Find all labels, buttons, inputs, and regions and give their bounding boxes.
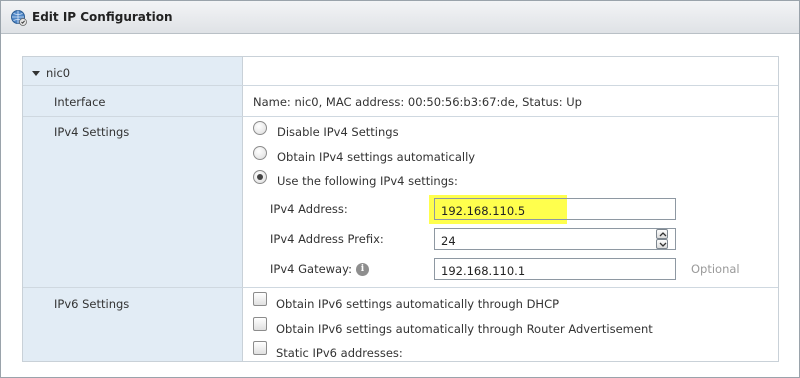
chevron-down-icon xyxy=(659,242,667,247)
ipv4-address-input[interactable]: 192.168.110.5 xyxy=(434,198,676,220)
ipv6-router-adv-checkbox[interactable] xyxy=(253,317,267,331)
row-divider xyxy=(23,85,778,86)
nic-name: nic0 xyxy=(46,66,71,80)
ipv4-gateway-input[interactable]: 192.168.110.1 xyxy=(434,258,676,280)
row-divider xyxy=(23,116,778,117)
ipv6-settings-label: IPv6 Settings xyxy=(54,297,130,311)
ipv4-prefix-input[interactable]: 24 xyxy=(434,228,676,250)
network-config-icon xyxy=(10,9,28,27)
nic-settings-panel: nic0 Interface Name: nic0, MAC address: … xyxy=(22,56,779,362)
edit-ip-dialog: Edit IP Configuration nic0 Interface Nam… xyxy=(0,0,800,378)
disable-ipv4-radio[interactable] xyxy=(253,121,267,135)
dialog-title: Edit IP Configuration xyxy=(32,10,173,24)
ipv4-settings-label: IPv4 Settings xyxy=(54,125,130,139)
ipv4-gateway-label: IPv4 Gateway: xyxy=(270,262,352,276)
prefix-decrement-button[interactable] xyxy=(656,239,668,249)
ipv6-router-adv-label: Obtain IPv6 settings automatically throu… xyxy=(276,322,653,336)
manual-ipv4-radio[interactable] xyxy=(253,170,267,184)
nic-expander[interactable]: nic0 xyxy=(32,66,70,80)
auto-ipv4-label: Obtain IPv4 settings automatically xyxy=(277,150,476,164)
ipv6-dhcp-label: Obtain IPv6 settings automatically throu… xyxy=(276,297,560,311)
ipv6-dhcp-checkbox[interactable] xyxy=(253,292,267,306)
interface-label: Interface xyxy=(54,95,106,109)
title-bar: Edit IP Configuration xyxy=(1,1,799,34)
manual-ipv4-label: Use the following IPv4 settings: xyxy=(277,174,458,188)
ipv6-static-checkbox[interactable] xyxy=(253,341,267,355)
auto-ipv4-radio[interactable] xyxy=(253,146,267,160)
ipv4-address-label: IPv4 Address: xyxy=(270,202,348,216)
disable-ipv4-label: Disable IPv4 Settings xyxy=(277,125,399,139)
ipv6-static-label: Static IPv6 addresses: xyxy=(276,346,403,360)
prefix-increment-button[interactable] xyxy=(656,229,668,239)
row-divider xyxy=(23,287,778,288)
interface-value: Name: nic0, MAC address: 00:50:56:b3:67:… xyxy=(253,95,582,109)
ipv4-prefix-label: IPv4 Address Prefix: xyxy=(270,232,384,246)
chevron-down-icon xyxy=(32,71,40,76)
gateway-optional-hint: Optional xyxy=(691,262,740,276)
chevron-up-icon xyxy=(659,232,667,237)
info-icon[interactable]: i xyxy=(356,263,369,276)
